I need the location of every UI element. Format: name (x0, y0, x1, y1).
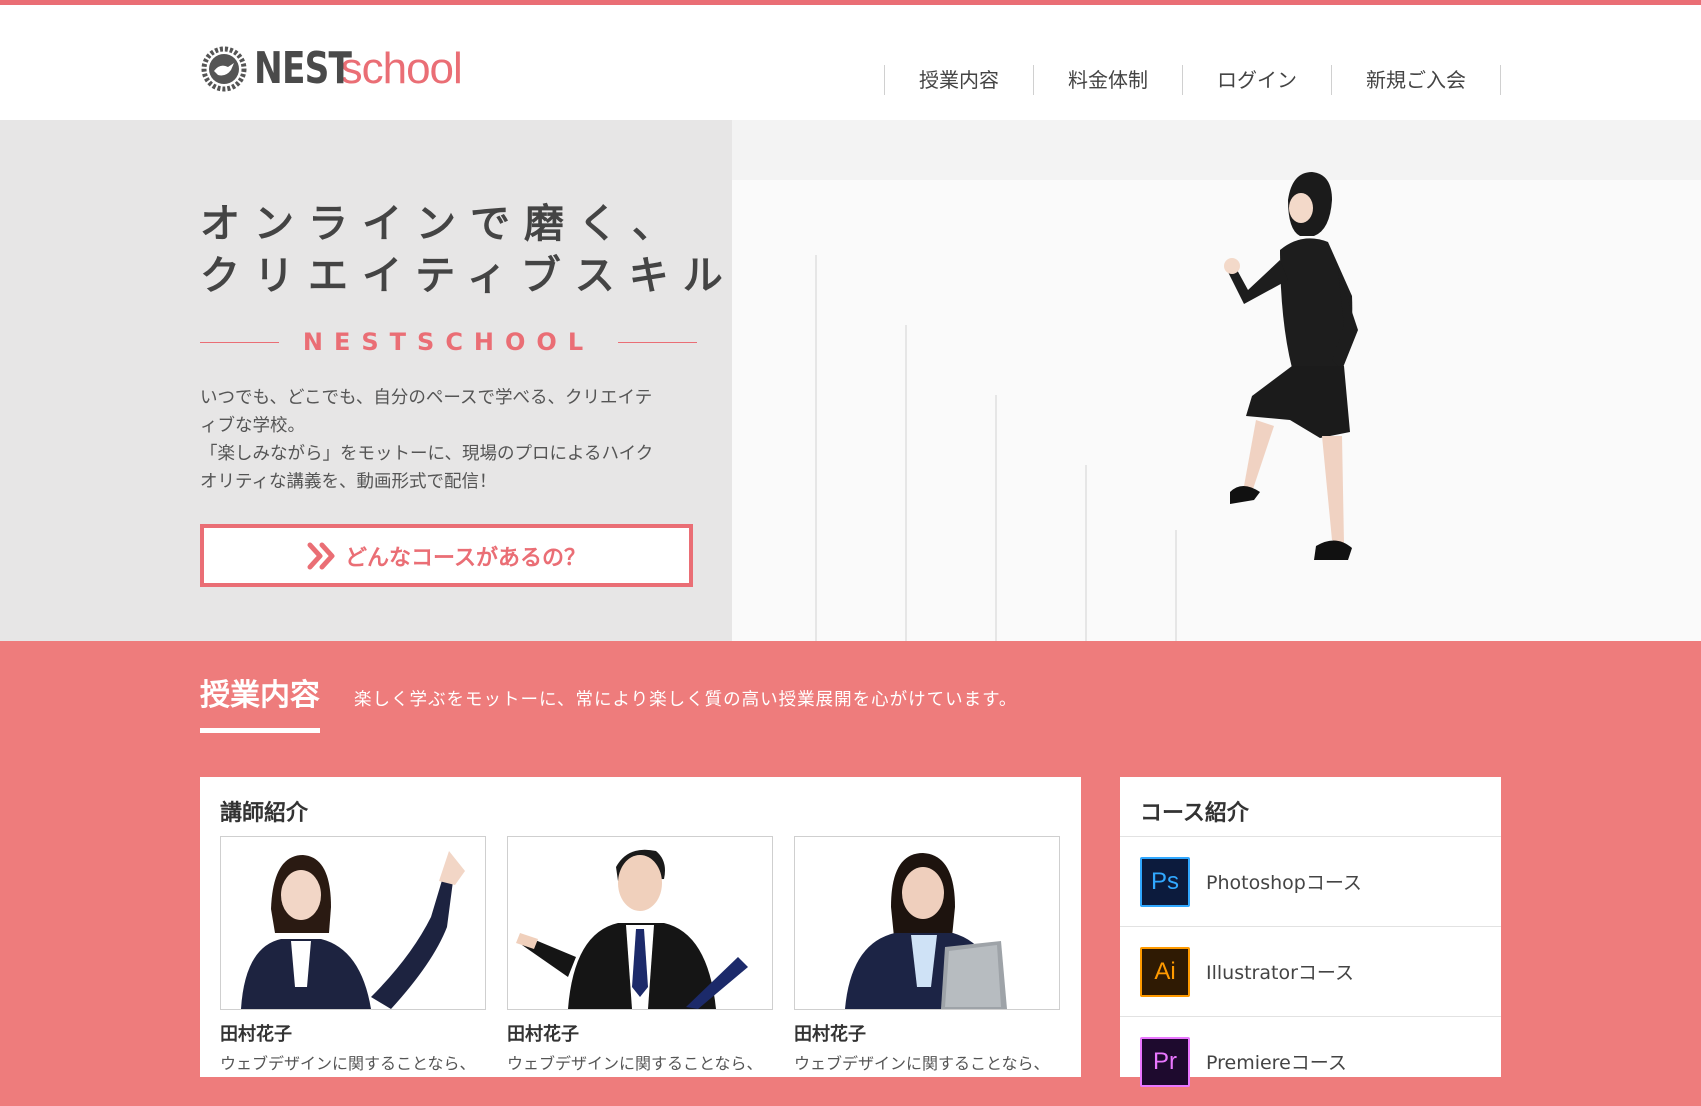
hero-description: いつでも、どこでも、自分のペースで学べる、クリエイテ ィブな学校。 「楽しみなが… (200, 384, 690, 496)
hero-title-line2: クリエイティブスキル (200, 253, 737, 299)
course-label: Premiereコース (1206, 1052, 1347, 1074)
instructor-item[interactable]: 田村花子 ウェブデザインに関することなら、 (220, 836, 486, 1074)
course-label: Photoshopコース (1206, 872, 1362, 894)
instructor-item[interactable]: 田村花子 ウェブデザインに関することなら、 (794, 836, 1060, 1074)
nest-logo-icon (200, 45, 248, 93)
instructor-photo (220, 836, 486, 1010)
instructor-name: 田村花子 (794, 1024, 866, 1045)
classes-section-header: 授業内容 楽しく学ぶをモットーに、常により楽しく質の高い授業展開を心がけています… (200, 670, 1017, 733)
section-subtitle: 楽しく学ぶをモットーに、常により楽しく質の高い授業展開を心がけています。 (354, 690, 1018, 710)
instructor-photo (507, 836, 773, 1010)
divider-line-left (200, 341, 279, 343)
photoshop-icon: Ps (1140, 856, 1190, 907)
instructor-name: 田村花子 (507, 1024, 579, 1045)
course-cta-button[interactable]: どんなコースがあるの？ (200, 524, 693, 587)
logo-wordmark: NESTschool (254, 43, 463, 94)
nav-item-login[interactable]: ログイン (1183, 65, 1332, 95)
hero-brand-word: NESTSCHOOL (302, 328, 595, 356)
instructors-card: 講師紹介 田村花子 ウェブデザインに関することなら、 田村花子 ウェブデザインに… (200, 777, 1081, 1077)
nav-item-pricing[interactable]: 料金体制 (1034, 65, 1183, 95)
hero-title-line1: オンラインで磨く、 (200, 201, 686, 247)
course-label: Illustratorコース (1206, 962, 1354, 984)
hero-section: オンラインで磨く、 クリエイティブスキル NESTSCHOOL いつでも、どこで… (0, 120, 1701, 641)
hero-desc-line3: 「楽しみながら」をモットーに、現場のプロによるハイク (200, 444, 654, 464)
site-header: NESTschool 授業内容 料金体制 ログイン 新規ご入会 (0, 5, 1701, 120)
premiere-icon: Pr (1140, 1036, 1190, 1087)
instructor-desc: ウェブデザインに関することなら、 (220, 1054, 476, 1073)
hero-desc-line1: いつでも、どこでも、自分のペースで学べる、クリエイテ (200, 388, 653, 408)
main-nav: 授業内容 料金体制 ログイン 新規ご入会 (884, 65, 1501, 95)
nav-item-signup[interactable]: 新規ご入会 (1332, 65, 1501, 95)
instructor-item[interactable]: 田村花子 ウェブデザインに関することなら、 (507, 836, 773, 1074)
hero-title: オンラインで磨く、 クリエイティブスキル (200, 198, 737, 302)
section-title: 授業内容 (200, 670, 320, 733)
hero-desc-line2: ィブな学校。 (200, 416, 305, 436)
hero-image (732, 120, 1701, 641)
site-logo[interactable]: NESTschool (200, 41, 463, 97)
instructor-name: 田村花子 (220, 1024, 292, 1045)
logo-school-text: school (340, 44, 463, 93)
hero-desc-line4: オリティな講義を、動画形式で配信！ (200, 472, 497, 492)
illustrator-icon: Ai (1140, 946, 1190, 997)
businesswoman-figure (1224, 172, 1358, 560)
divider-line-right (618, 341, 697, 343)
courses-title: コース紹介 (1140, 801, 1249, 826)
double-chevron-right-icon (307, 542, 335, 569)
course-item-photoshop[interactable]: Ps Photoshopコース (1120, 836, 1501, 926)
logo-nest-text: NEST (254, 43, 352, 94)
instructor-photo (794, 836, 1060, 1010)
instructors-title: 講師紹介 (220, 801, 309, 826)
course-item-premiere[interactable]: Pr Premiereコース (1120, 1016, 1501, 1106)
nav-item-classes[interactable]: 授業内容 (885, 65, 1034, 95)
courses-card: コース紹介 Ps Photoshopコース Ai Illustratorコース … (1120, 777, 1501, 1087)
instructor-desc: ウェブデザインに関することなら、 (794, 1054, 1050, 1073)
course-item-illustrator[interactable]: Ai Illustratorコース (1120, 926, 1501, 1016)
cta-label: どんなコースがあるの？ (345, 545, 586, 571)
hero-brand-divider: NESTSCHOOL (200, 328, 697, 356)
instructor-desc: ウェブデザインに関することなら、 (507, 1054, 763, 1073)
